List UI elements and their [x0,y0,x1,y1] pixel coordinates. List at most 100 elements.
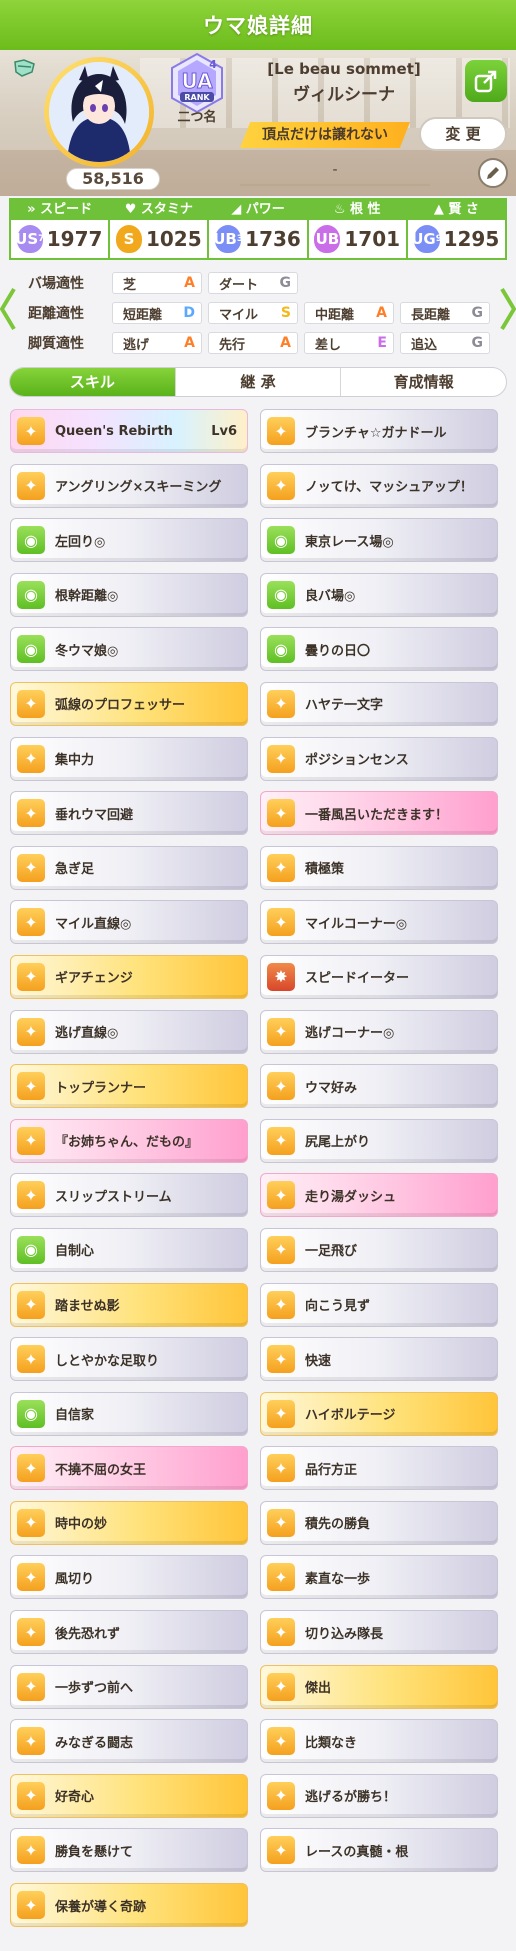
skill-item[interactable]: ✦ 急ぎ足 [10,845,248,890]
previous-arrow-icon[interactable] [0,287,16,331]
share-button[interactable] [465,60,507,102]
skill-item[interactable]: ✦ 尻尾上がり [260,1118,498,1163]
skill-item[interactable]: ✦ 一歩ずつ前へ [10,1664,248,1709]
skill-item[interactable]: ✦ ハヤテ一文字 [260,681,498,726]
stat-grade-badge: UB [314,225,341,253]
skill-item[interactable]: ✦ 積先の勝負 [260,1500,498,1545]
stat-grade: US [15,230,39,248]
skill-speed-icon: ✦ [17,1181,45,1210]
skill-item[interactable]: ✦ 時中の妙 [10,1500,248,1545]
skill-item[interactable]: ◉ 良バ場◎ [260,572,498,617]
skill-item[interactable]: ✦ 逃げるが勝ち！ [260,1773,498,1818]
stat-grade: UG [411,230,436,248]
skill-item[interactable]: ✦ 踏ませぬ影 [10,1282,248,1327]
skill-item[interactable]: ✦ 傑出 [260,1664,498,1709]
skill-item[interactable]: ✦ レースの真髄・根 [260,1828,498,1873]
stat-grade-number: 7 [38,234,45,244]
change-button[interactable]: 変 更 [419,117,507,151]
aptitude-cell: 芝A [112,272,202,294]
skill-item[interactable]: ✦ 快速 [260,1337,498,1382]
skill-name: 素直な一歩 [305,1571,371,1587]
skill-name: 後先恐れず [55,1626,121,1642]
aptitude-grade: A [184,275,195,291]
shoe-icon: » [27,202,36,217]
skill-item[interactable]: ✦ 切り込み隊長 [260,1610,498,1655]
skill-item[interactable]: ✦ ポジションセンス [260,736,498,781]
trophy-icon[interactable] [12,58,38,80]
skill-speed-icon: ✦ [17,1891,45,1920]
skill-item[interactable]: ✦ ハイボルテージ [260,1391,498,1436]
skill-item[interactable]: ✦ ノッてけ、マッシュアップ！ [260,463,498,508]
aptitude-cell: ダート G [208,272,298,294]
skill-item[interactable]: ◉ 根幹距離◎ [10,572,248,617]
rank-letters: UA [181,69,213,93]
skill-heal-icon: ◉ [17,526,45,555]
skill-speed-icon: ✦ [267,471,295,500]
skill-heal-icon: ◉ [17,1399,45,1428]
skill-item[interactable]: ✦ しとやかな足取り [10,1337,248,1382]
skill-item[interactable]: ◉ 曇りの日〇 [260,627,498,672]
next-arrow-icon[interactable] [500,287,516,331]
tab-0[interactable]: スキル [10,368,175,396]
skill-item[interactable]: ✦ 垂れウマ回避 [10,791,248,836]
skill-item[interactable]: ✦ 素直な一歩 [260,1555,498,1600]
uma-detail-screen: ウマ娘詳細 58,516 UA 4 RANK 二つ名 [Le beau somm… [0,0,516,1951]
skill-item[interactable]: ✦ 品行方正 [260,1446,498,1491]
skill-item[interactable]: ✦ 積極策 [260,845,498,890]
skill-item[interactable]: ✦ マイルコーナー◎ [260,900,498,945]
tab-1[interactable]: 継 承 [174,368,341,396]
skill-item[interactable]: ✦ 逃げコーナー◎ [260,1009,498,1054]
skill-item[interactable]: ✦ 風切り [10,1555,248,1600]
arm-icon: ◢ [231,202,242,217]
skill-item[interactable]: ◉ 冬ウマ娘◎ [10,627,248,672]
skill-name: みなぎる闘志 [55,1735,134,1751]
skill-item[interactable]: ✦ 『お姉ちゃん、だもの』 [10,1118,248,1163]
skill-item[interactable]: ✦ ウマ好み [260,1064,498,1109]
skill-item[interactable]: ✦ 一足飛び [260,1227,498,1272]
skill-item[interactable]: ✸ スピードイーター [260,954,498,999]
aptitude-cell: 差し E [304,332,394,354]
avatar[interactable] [44,57,154,167]
skill-item[interactable]: ✦ 後先恐れず [10,1610,248,1655]
character-name: ヴィルシーナ [293,85,395,105]
skill-item[interactable]: ✦ 逃げ直線◎ [10,1009,248,1054]
skill-item[interactable]: ◉ 自信家 [10,1391,248,1436]
skill-item[interactable]: ✦ 一番風呂いただきます！ [260,791,498,836]
skill-item[interactable]: ✦ トップランナー [10,1064,248,1109]
skill-item[interactable]: ✦ 向こう見ず [260,1282,498,1327]
skill-item[interactable]: ✦ スリップストリーム [10,1173,248,1218]
skill-item[interactable]: ✦ 保養が導く奇跡 [10,1883,248,1928]
skill-item[interactable]: ◉ 自制心 [10,1227,248,1272]
aptitude-cell: マイル S [208,302,298,324]
stat-value: 1977 [46,227,103,251]
aptitude-name: 長距離 [411,307,451,323]
skill-name: 一番風呂いただきます！ [305,807,449,823]
aptitude-row: 脚質適性 逃げ A 先行 A 差し E 追込 G [28,331,496,355]
skill-item[interactable]: ✦ 走り湯ダッシュ [260,1173,498,1218]
skill-item[interactable]: ✦ 不撓不屈の女王 [10,1446,248,1491]
skill-speed-icon: ✦ [17,689,45,718]
skill-item[interactable]: ◉ 左回り◎ [10,518,248,563]
aptitude-grade: G [279,275,292,291]
aptitude-row: 距離適性 短距離 D マイル S 中距離 A 長距離 G [28,301,496,325]
aptitude-cell: 逃げ A [112,332,202,354]
skill-item[interactable]: ✦ 好奇心 [10,1773,248,1818]
edit-button[interactable] [478,158,508,188]
skill-item[interactable]: ✦ Queen's Rebirth Lv6 [10,409,248,453]
skill-item[interactable]: ✦ 比類なき [260,1719,498,1764]
stat-label: 賢 さ [448,202,479,217]
skill-item[interactable]: ✦ ブランチャ☆ガナドール [260,409,498,453]
skill-item[interactable]: ✦ 弧線のプロフェッサー [10,681,248,726]
tab-2[interactable]: 育成情報 [340,368,506,396]
skill-name: 弧線のプロフェッサー [55,698,186,714]
page-title: ウマ娘詳細 [203,14,313,38]
skill-item[interactable]: ✦ 集中力 [10,736,248,781]
skill-item[interactable]: ✦ みなぎる闘志 [10,1719,248,1764]
skill-item[interactable]: ✦ ギアチェンジ [10,954,248,999]
skill-name: マイル直線◎ [55,916,132,932]
skill-name: 垂れウマ回避 [55,807,134,823]
skill-item[interactable]: ✦ マイル直線◎ [10,900,248,945]
skill-item[interactable]: ✦ 勝負を懸けて [10,1828,248,1873]
skill-item[interactable]: ✦ アングリング×スキーミング [10,463,248,508]
skill-item[interactable]: ◉ 東京レース場◎ [260,518,498,563]
